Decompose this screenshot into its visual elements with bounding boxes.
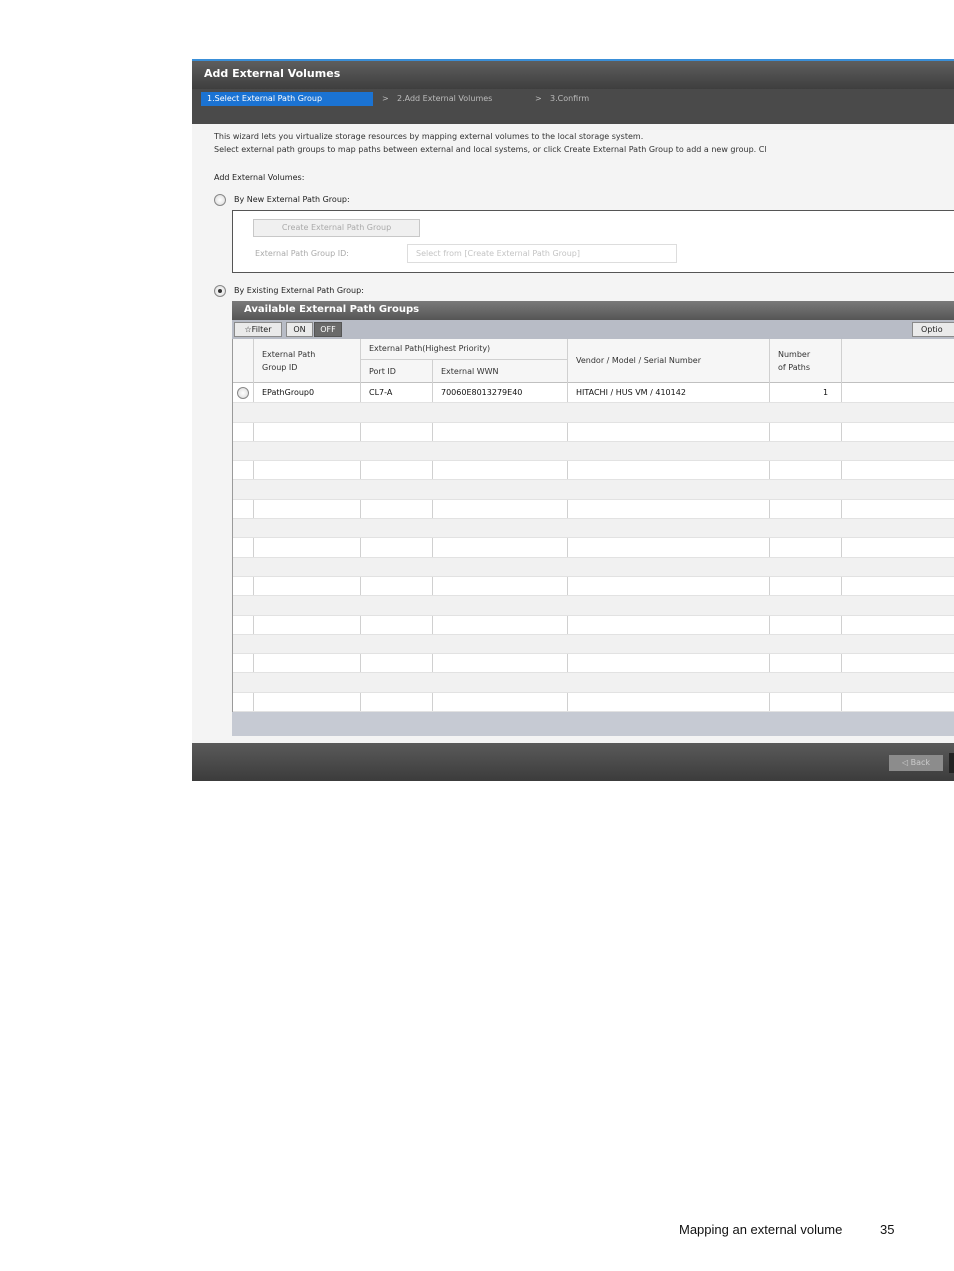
empty-row	[233, 577, 954, 597]
new-path-group-box: Create External Path Group External Path…	[232, 210, 954, 273]
wizard-steps: 1.Select External Path Group > 2.Add Ext…	[192, 89, 954, 124]
empty-row	[233, 423, 954, 442]
empty-row	[233, 596, 954, 616]
step-add-external-volumes[interactable]: 2.Add External Volumes	[397, 92, 492, 106]
empty-row	[233, 693, 954, 712]
external-path-group-id-field[interactable]: Select from [Create External Path Group]	[407, 244, 677, 263]
empty-row	[233, 673, 954, 693]
new-path-group-label[interactable]: By New External Path Group:	[234, 195, 350, 204]
table-header: External Path Group ID External Path(Hig…	[233, 339, 954, 383]
empty-row	[233, 461, 954, 481]
row-select-radio[interactable]	[237, 387, 249, 399]
empty-row	[233, 441, 954, 462]
create-external-path-group-button[interactable]: Create External Path Group	[253, 219, 420, 237]
empty-row	[233, 500, 954, 520]
empty-row	[233, 538, 954, 558]
empty-row	[233, 616, 954, 635]
col-path-group-header: External Path(Highest Priority)	[369, 344, 491, 353]
table-footer	[232, 712, 954, 736]
table-row[interactable]: EPathGroup0 CL7-A 70060E8013279E40 HITAC…	[233, 384, 954, 404]
intro-line-2: Select external path groups to map paths…	[214, 145, 767, 154]
panel-toolbar: ☆Filter ON OFF Optio	[232, 320, 954, 339]
col-wwn-header[interactable]: External WWN	[441, 365, 499, 378]
empty-row	[233, 480, 954, 500]
col-paths-header[interactable]: Number of Paths	[778, 348, 810, 374]
step-separator: >	[382, 94, 389, 103]
col-paths-line1: Number	[778, 350, 811, 359]
filter-button[interactable]: ☆Filter	[234, 322, 282, 337]
col-group-id-line2: Group ID	[262, 363, 298, 372]
filter-on-toggle[interactable]: ON	[286, 322, 313, 337]
empty-row	[233, 557, 954, 577]
col-port-id-header[interactable]: Port ID	[369, 365, 396, 378]
step-select-external-path-group[interactable]: 1.Select External Path Group	[201, 92, 373, 106]
add-external-volumes-label: Add External Volumes:	[214, 173, 305, 182]
dialog-button-bar: ◁ Back	[192, 743, 954, 781]
intro-line-1: This wizard lets you virtualize storage …	[214, 132, 644, 141]
step-confirm[interactable]: 3.Confirm	[550, 92, 589, 106]
available-path-groups-panel: Available External Path Groups ☆Filter O…	[232, 301, 954, 736]
cell-vendor: HITACHI / HUS VM / 410142	[576, 388, 686, 397]
cell-group-id: EPathGroup0	[262, 388, 315, 397]
dialog-title: Add External Volumes	[192, 61, 954, 89]
page-footer-title: Mapping an external volume	[679, 1222, 843, 1237]
col-group-id-line1: External Path	[262, 350, 316, 359]
cell-paths: 1	[823, 388, 829, 397]
cell-wwn: 70060E8013279E40	[441, 388, 523, 397]
empty-row	[233, 654, 954, 674]
step-separator: >	[535, 94, 542, 103]
empty-row	[233, 634, 954, 655]
empty-row	[233, 519, 954, 539]
col-group-id-header[interactable]: External Path Group ID	[262, 348, 315, 374]
page-number: 35	[880, 1222, 895, 1237]
intro-text: This wizard lets you virtualize storage …	[214, 130, 767, 156]
existing-path-group-radio[interactable]	[214, 285, 226, 297]
col-vendor-header[interactable]: Vendor / Model / Serial Number	[576, 354, 701, 367]
new-path-group-radio[interactable]	[214, 194, 226, 206]
existing-path-group-label[interactable]: By Existing External Path Group:	[234, 286, 364, 295]
path-groups-table: External Path Group ID External Path(Hig…	[232, 339, 954, 712]
col-paths-line2: of Paths	[778, 363, 810, 372]
filter-off-toggle[interactable]: OFF	[314, 322, 342, 337]
next-button[interactable]	[949, 753, 954, 773]
cell-port-id: CL7-A	[369, 388, 393, 397]
back-button[interactable]: ◁ Back	[889, 755, 943, 771]
add-external-volumes-dialog: Add External Volumes 1.Select External P…	[192, 59, 954, 781]
empty-row	[233, 403, 954, 423]
external-path-group-id-label: External Path Group ID:	[255, 249, 349, 258]
table-body: EPathGroup0 CL7-A 70060E8013279E40 HITAC…	[233, 384, 954, 712]
options-button[interactable]: Optio	[912, 322, 954, 337]
panel-title: Available External Path Groups	[232, 301, 954, 320]
